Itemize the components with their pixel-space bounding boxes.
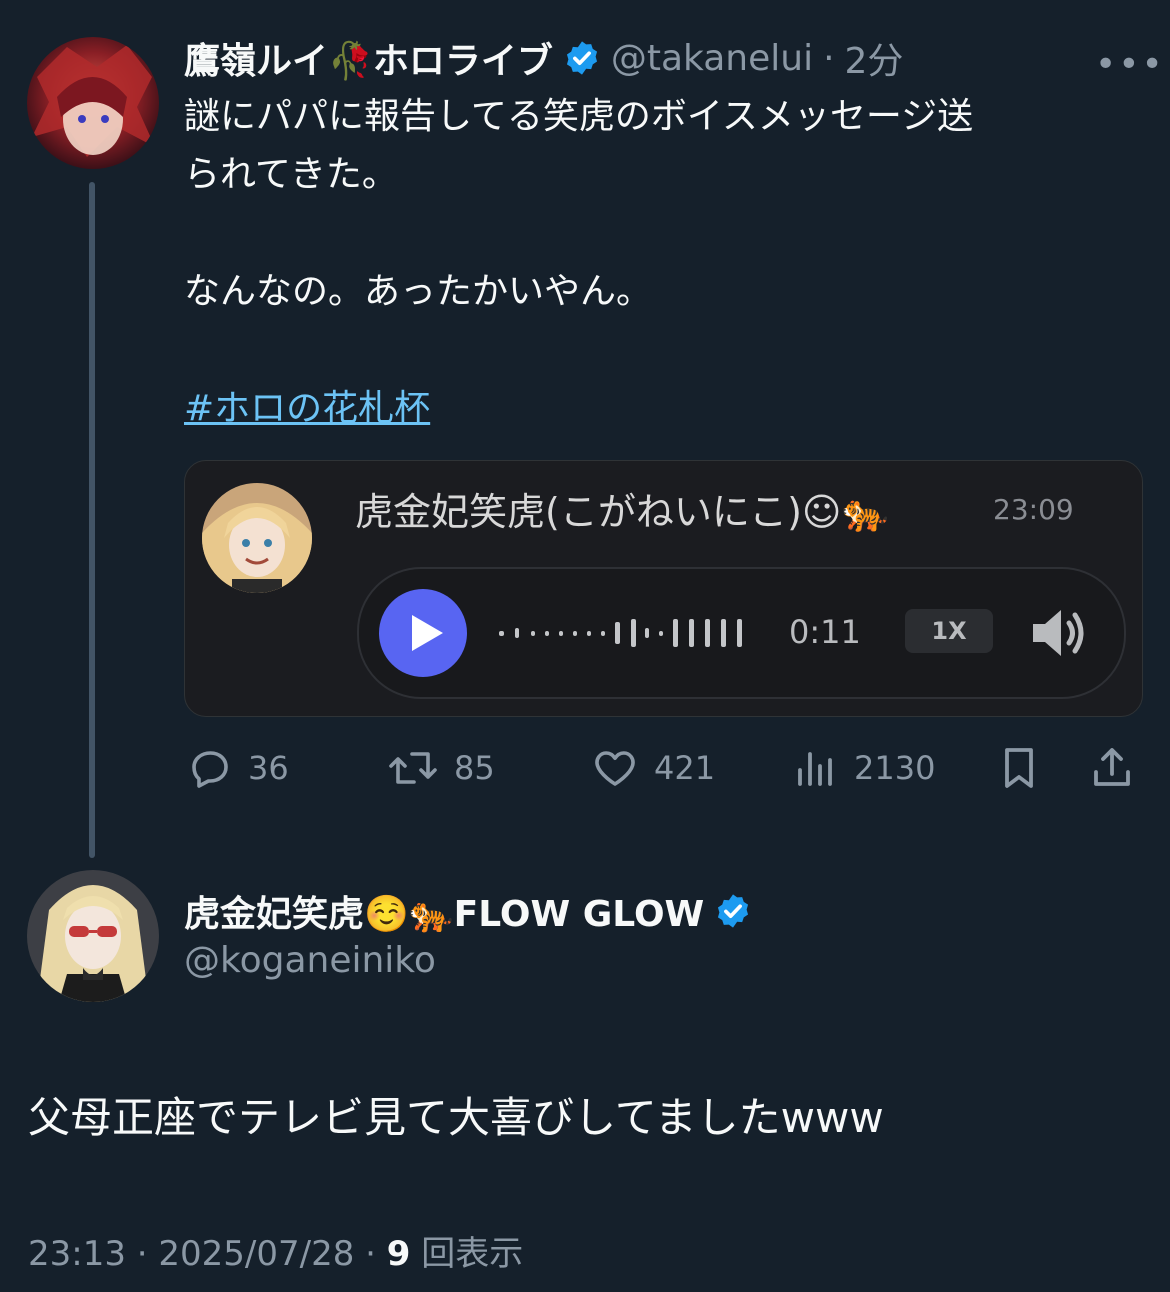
- volume-icon[interactable]: [1029, 605, 1089, 665]
- voice-message-time: 23:09: [993, 493, 1074, 526]
- media-card[interactable]: 虎金妃笑虎(こがねいにこ)☺🐅 23:09 0:11 1X: [184, 460, 1143, 717]
- reply-icon: [186, 744, 234, 792]
- views-action[interactable]: 2130: [792, 744, 935, 792]
- author-handle[interactable]: @takanelui: [611, 38, 813, 79]
- play-button[interactable]: [379, 589, 467, 677]
- reply-timestamp[interactable]: 23:13 · 2025/07/28 ·: [28, 1234, 387, 1274]
- reply-view-label: 回表示: [410, 1234, 524, 1274]
- bookmark-icon: [996, 744, 1042, 792]
- reply-count: 36: [248, 749, 289, 787]
- play-icon: [412, 615, 443, 651]
- timestamp[interactable]: 2分: [845, 32, 904, 84]
- heart-icon: [590, 744, 640, 792]
- tweet-text-line-3: なんなの。あったかいやん。: [184, 271, 653, 312]
- reply-author-handle[interactable]: @koganeiniko: [184, 940, 436, 981]
- avatar-koganeiniko[interactable]: [27, 870, 159, 1002]
- like-action[interactable]: 421: [590, 744, 715, 792]
- bookmark-button[interactable]: [996, 744, 1042, 792]
- retweet-action[interactable]: 85: [386, 744, 495, 792]
- analytics-icon: [792, 744, 840, 792]
- verified-badge-icon: [563, 39, 601, 77]
- avatar-takanelui[interactable]: [27, 37, 159, 169]
- hashtag-link[interactable]: #ホロの花札杯: [184, 380, 430, 438]
- voice-sender-avatar: [202, 483, 312, 593]
- like-count: 421: [654, 749, 716, 787]
- author-name[interactable]: 鷹嶺ルイ🥀ホロライブ: [184, 32, 553, 84]
- reply-author-name[interactable]: 虎金妃笑虎☺️🐅FLOW GLOW: [184, 885, 704, 937]
- separator-dot: ·: [823, 37, 835, 79]
- reply-action[interactable]: 36: [186, 744, 289, 792]
- views-count: 2130: [854, 749, 936, 787]
- tweet-text-line-2: られてきた。: [184, 154, 398, 195]
- reply-meta: 23:13 · 2025/07/28 · 9 回表示: [28, 1226, 523, 1275]
- retweet-icon: [386, 744, 440, 792]
- tweet-text-line-1: 謎にパパに報告してる笑虎のボイスメッセージ送: [184, 96, 974, 137]
- retweet-count: 85: [454, 749, 495, 787]
- thread-connector-line: [89, 182, 95, 858]
- playback-speed-button[interactable]: 1X: [905, 609, 993, 653]
- voice-sender-name: 虎金妃笑虎(こがねいにこ)☺🐅: [355, 490, 889, 534]
- share-button[interactable]: [1088, 744, 1136, 792]
- reply-text: 父母正座でテレビ見て大喜びしてましたwww: [28, 1093, 884, 1142]
- voice-player: 0:11 1X: [357, 567, 1126, 699]
- waveform-icon: [499, 615, 759, 655]
- voice-duration: 0:11: [789, 613, 861, 651]
- more-options-icon[interactable]: •••: [1095, 44, 1165, 85]
- reply-view-count: 9: [386, 1234, 411, 1274]
- share-icon: [1088, 744, 1136, 792]
- verified-badge-icon: [714, 892, 752, 930]
